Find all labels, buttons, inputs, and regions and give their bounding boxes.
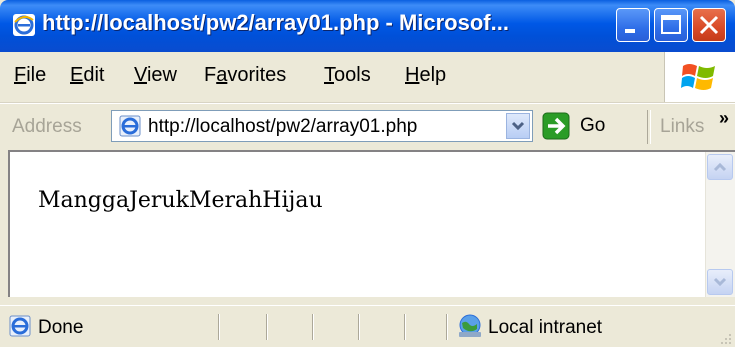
maximize-button[interactable] (654, 8, 688, 42)
go-label: Go (580, 115, 606, 136)
menu-bar: File Edit View Favorites Tools Help (0, 52, 735, 103)
page-content-text: ManggaJerukMerahHijau (38, 188, 323, 213)
status-bar: Done Local intranet (0, 305, 735, 347)
status-text: Done (38, 317, 84, 338)
close-icon (699, 15, 719, 35)
chevron-up-icon (713, 162, 727, 172)
page-viewport: ManggaJerukMerahHijau (8, 150, 735, 297)
status-pane-divider (218, 314, 220, 340)
window-title: http://localhost/pw2/array01.php - Micro… (42, 10, 509, 35)
menu-edit[interactable]: Edit (70, 64, 104, 87)
address-input[interactable]: http://localhost/pw2/array01.php (111, 110, 533, 142)
close-button[interactable] (692, 8, 726, 42)
chevron-down-icon (713, 277, 727, 287)
address-bar: Address http://localhost/pw2/array01.php… (0, 103, 735, 150)
scroll-down-button[interactable] (707, 269, 733, 295)
status-pane-divider (358, 314, 360, 340)
browser-window: http://localhost/pw2/array01.php - Micro… (0, 0, 735, 347)
links-more-chevron[interactable]: » (719, 108, 729, 129)
status-pane-divider (266, 314, 268, 340)
chevron-down-icon (511, 121, 525, 131)
brand-area (664, 52, 735, 102)
status-pane-divider (312, 314, 314, 340)
menu-view[interactable]: View (134, 64, 177, 87)
links-button[interactable]: Links (660, 116, 704, 138)
menu-file-rest: ile (26, 64, 47, 86)
go-arrow-icon (542, 112, 570, 140)
security-zone-label: Local intranet (488, 317, 603, 338)
ie-page-icon (9, 315, 31, 337)
go-button[interactable]: Go (542, 110, 622, 142)
menu-help[interactable]: Help (405, 64, 446, 87)
address-url: http://localhost/pw2/array01.php (148, 116, 418, 137)
toolbar-separator (647, 110, 651, 144)
ie-page-icon (119, 115, 141, 137)
minimize-button[interactable] (616, 8, 650, 42)
minimize-icon (625, 29, 635, 33)
maximize-icon (661, 15, 681, 34)
local-intranet-icon (459, 314, 481, 337)
windows-flag-icon (681, 64, 715, 90)
status-pane-divider (446, 314, 448, 340)
scroll-up-button[interactable] (707, 154, 733, 180)
menu-tools[interactable]: Tools (324, 64, 371, 87)
address-dropdown-button[interactable] (506, 113, 530, 139)
ie-icon (13, 14, 35, 36)
menu-favorites[interactable]: Favorites (204, 64, 286, 87)
resize-grip-icon[interactable] (719, 332, 733, 346)
title-bar[interactable]: http://localhost/pw2/array01.php - Micro… (0, 0, 735, 52)
vertical-scrollbar[interactable] (705, 152, 735, 297)
menu-file[interactable]: File (14, 64, 46, 87)
address-label: Address (12, 116, 82, 137)
status-pane-divider (404, 314, 406, 340)
